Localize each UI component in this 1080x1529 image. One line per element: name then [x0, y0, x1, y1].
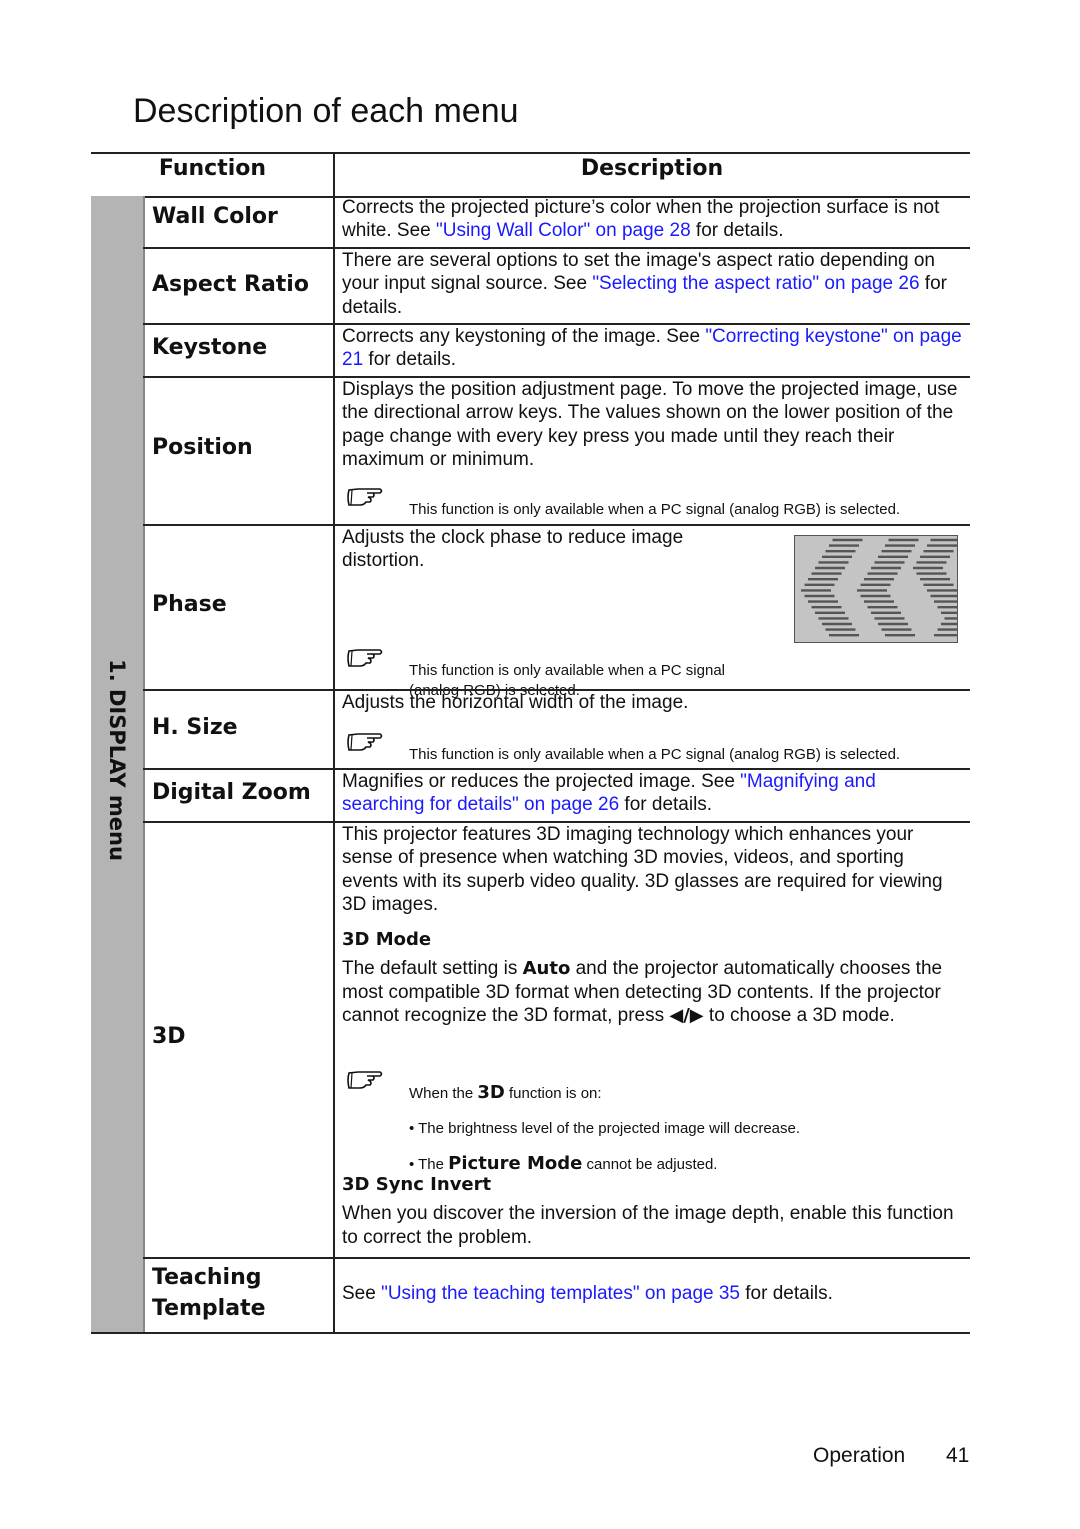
description-paragraph: Corrects the projected picture’s color w… [342, 196, 962, 243]
header-description: Description [580, 156, 724, 181]
function-name: Phase [152, 592, 227, 617]
menu-row-keystone: Keystone Corrects any keystoning of the i… [143, 324, 970, 378]
function-name: Teaching Template [152, 1265, 266, 1321]
description-paragraph: Adjusts the clock phase to reduce image … [342, 526, 722, 573]
table-bottom-rule [91, 1332, 970, 1334]
text-run: for details. [690, 220, 784, 242]
text-run: Corrects any keystoning of the image. Se… [342, 326, 706, 347]
note-text: When the 3D function is on: • The brightn… [409, 1083, 962, 1175]
bold-term: 3D [477, 1082, 505, 1103]
function-description: This projector features 3D imaging techn… [342, 823, 962, 1027]
description-paragraph: 3D Sync Invert [342, 1173, 962, 1196]
function-description: Adjusts the horizontal width of the imag… [342, 691, 962, 714]
note-box: When the 3D function is on: • The brightn… [342, 1068, 962, 1190]
description-paragraph: 3D Mode [342, 928, 962, 951]
cross-reference-link[interactable]: "Using Wall Color" on page 28 [436, 220, 691, 241]
text-run: Magnifies or reduces the projected image… [342, 771, 741, 792]
menu-row-phase: Phase Adjusts the clock phase to reduce i… [143, 525, 975, 699]
text-run: When the [409, 1085, 478, 1102]
note-line: When the 3D function is on: [409, 1083, 962, 1104]
text-run: Displays the position adjustment page. T… [342, 379, 958, 470]
text-run: for details. [363, 349, 457, 371]
function-description-continued: 3D Sync Invert When you discover the inve… [342, 1173, 962, 1249]
function-name: Position [152, 435, 253, 460]
text-run: cannot be adjusted. [582, 1156, 718, 1173]
cross-reference-link[interactable]: "Selecting the aspect ratio" on page 26 [592, 273, 919, 294]
bold-term: 3D Mode [342, 929, 432, 951]
description-paragraph: Displays the position adjustment page. T… [342, 378, 962, 471]
text-run: to choose a 3D mode. [703, 1005, 895, 1027]
note-line: • The brightness level of the projected … [409, 1119, 962, 1139]
text-run: Adjusts the clock phase to reduce image … [342, 527, 684, 572]
function-name: Digital Zoom [152, 780, 311, 805]
function-description: Magnifies or reduces the projected image… [342, 770, 962, 817]
cross-reference-link[interactable]: "Using the teaching templates" on page 3… [381, 1283, 740, 1304]
function-name: Aspect Ratio [152, 272, 309, 297]
text-run: for details. [619, 794, 713, 816]
note-text: This function is only available when a P… [409, 500, 962, 520]
footer-section: Operation [813, 1444, 906, 1467]
note-text: This function is only available when a P… [409, 745, 962, 765]
text-run: See [342, 1283, 382, 1304]
description-paragraph: Magnifies or reduces the projected image… [342, 770, 962, 817]
note-line: • The Picture Mode cannot be adjusted. [409, 1154, 962, 1175]
text-run: This function is only available when a P… [409, 746, 901, 763]
page-title: Description of each menu [133, 92, 519, 130]
text-run: Adjusts the horizontal width of the imag… [342, 692, 689, 713]
note-hand-icon [346, 646, 388, 670]
footer-page-number: 41 [946, 1444, 970, 1467]
menu-row-h-size: H. Size Adjusts the horizontal width of t… [143, 690, 970, 770]
menu-row-wall-color: Wall Color Corrects the projected picture… [143, 196, 970, 249]
note-line: This function is only available when a P… [409, 745, 962, 765]
bold-term: Picture Mode [448, 1153, 583, 1174]
function-description: Corrects the projected picture’s color w… [342, 196, 962, 243]
function-name: Keystone [152, 335, 268, 360]
menu-side-label: 1. DISPLAY menu [105, 659, 129, 861]
header-function: Function [158, 156, 267, 181]
function-description: Corrects any keystoning of the image. Se… [342, 325, 962, 372]
phase-distortion-image [794, 535, 975, 643]
text-run: When you discover the inversion of the i… [342, 1203, 954, 1248]
description-paragraph: Corrects any keystoning of the image. Se… [342, 325, 962, 372]
text-run: This function is only available when a P… [409, 501, 901, 518]
document-page: { "page_title": "Description of each men… [0, 0, 1080, 1529]
note-hand-icon [346, 1068, 388, 1092]
description-paragraph: Adjusts the horizontal width of the imag… [342, 691, 962, 714]
description-paragraph: When you discover the inversion of the i… [342, 1202, 962, 1249]
description-paragraph: There are several options to set the ima… [342, 249, 962, 319]
text-run: • The brightness level of the projected … [409, 1120, 801, 1137]
text-run: for details. [740, 1283, 833, 1304]
description-paragraph: See "Using the teaching templates" on pa… [342, 1282, 962, 1305]
table-top-rule [91, 152, 970, 154]
menu-row-digital-zoom: Digital Zoom Magnifies or reduces the pro… [143, 769, 970, 823]
function-description: Adjusts the clock phase to reduce image … [342, 526, 722, 573]
function-description: See "Using the teaching templates" on pa… [342, 1282, 962, 1305]
menu-row-aspect-ratio: Aspect Ratio There are several options to… [143, 248, 970, 325]
function-name: H. Size [152, 715, 238, 740]
function-name: Wall Color [152, 204, 278, 229]
bold-term: ◀/▶ [669, 1005, 704, 1027]
description-paragraph: The default setting is Auto and the proj… [342, 957, 962, 1027]
note-hand-icon [346, 730, 388, 754]
bold-term: 3D Sync Invert [342, 1174, 492, 1195]
menu-row-teaching-template: Teaching Template See "Using the teaching… [143, 1258, 970, 1334]
function-description: Displays the position adjustment page. T… [342, 378, 962, 471]
menu-row-position: Position Displays the position adjustment… [143, 377, 970, 526]
function-description: There are several options to set the ima… [342, 249, 962, 319]
text-run: function is on: [504, 1085, 602, 1102]
function-name: 3D [152, 1024, 186, 1049]
note-line: This function is only available when a P… [409, 500, 962, 520]
description-paragraph: This projector features 3D imaging techn… [342, 823, 962, 916]
text-run: • The [409, 1156, 449, 1173]
bold-term: Auto [522, 958, 571, 980]
menu-row-3d: 3D This projector features 3D imaging tec… [143, 822, 970, 1259]
text-run: The default setting is [342, 958, 523, 980]
text-run: This projector features 3D imaging techn… [342, 824, 943, 915]
note-hand-icon [346, 485, 388, 509]
